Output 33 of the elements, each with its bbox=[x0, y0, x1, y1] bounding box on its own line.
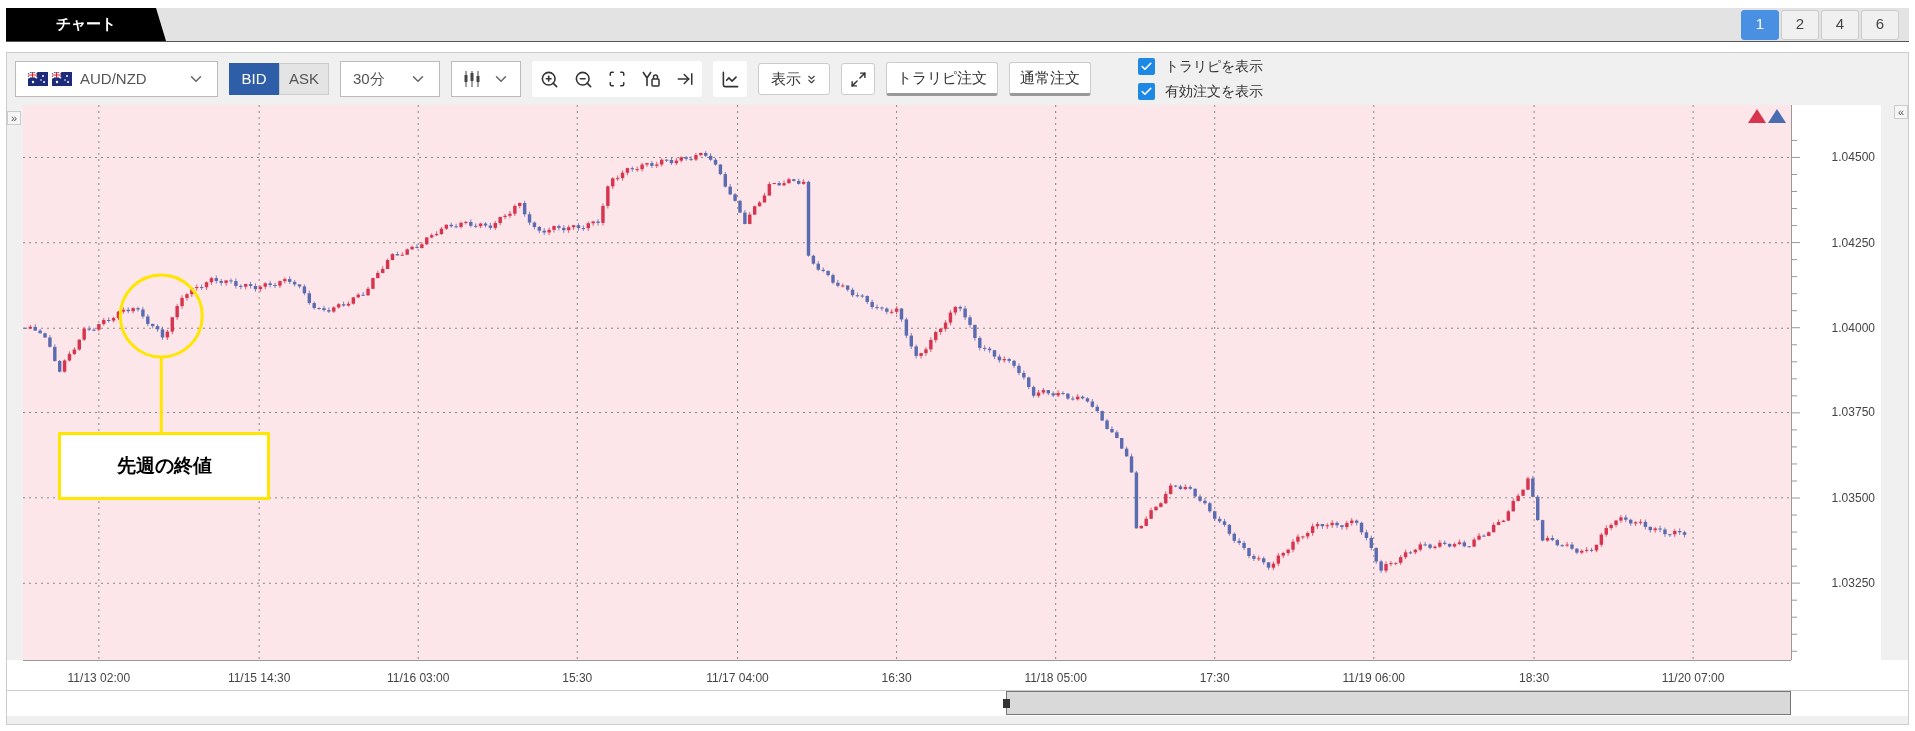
view-button[interactable]: 表示 bbox=[758, 63, 830, 95]
x-axis-label: 17:30 bbox=[1199, 670, 1230, 687]
layout-button[interactable]: 6 bbox=[1861, 9, 1899, 40]
x-axis-label: 11/13 02:00 bbox=[67, 670, 131, 687]
y-axis-label: 1.03500 bbox=[1831, 489, 1875, 507]
x-axis-label: 11/19 06:00 bbox=[1342, 670, 1405, 687]
y-axis-label: 1.03250 bbox=[1831, 575, 1875, 593]
x-axis-label: 11/16 03:00 bbox=[386, 670, 450, 687]
price-type-toggle[interactable]: ASK bbox=[279, 63, 329, 95]
x-axis-label: 11/20 07:00 bbox=[1661, 670, 1725, 687]
annotation-label: 先週の終値 bbox=[58, 432, 270, 500]
checkbox-label: トラリピを表示 bbox=[1165, 57, 1263, 76]
x-axis-label: 15:30 bbox=[562, 670, 593, 687]
y-axis-label: 1.04250 bbox=[1831, 234, 1875, 252]
expand-right-button[interactable]: « bbox=[1894, 105, 1908, 119]
pair-select[interactable]: AUD/NZD bbox=[15, 61, 218, 97]
y-axis-label: 1.04500 bbox=[1831, 149, 1875, 167]
y-axis-label: 1.03750 bbox=[1831, 404, 1875, 422]
order-button[interactable]: トラリピ注文 bbox=[886, 62, 998, 96]
x-axis-label: 18:30 bbox=[1519, 670, 1550, 687]
order-button[interactable]: 通常注文 bbox=[1009, 62, 1091, 96]
layout-button[interactable]: 4 bbox=[1821, 9, 1859, 40]
timeframe-select[interactable]: 30分 bbox=[340, 61, 440, 97]
x-axis-label: 11/18 05:00 bbox=[1024, 670, 1087, 687]
layout-button[interactable]: 2 bbox=[1781, 9, 1819, 40]
expand-left-button[interactable]: » bbox=[7, 111, 21, 125]
x-axis-label: 11/15 14:30 bbox=[227, 670, 291, 687]
y-axis-label: 1.04000 bbox=[1831, 320, 1875, 338]
x-axis-label: 11/17 04:00 bbox=[706, 670, 769, 687]
chart-tab[interactable]: チャート bbox=[6, 8, 166, 41]
x-axis-label: 16:30 bbox=[881, 670, 912, 687]
checkbox-label: 有効注文を表示 bbox=[1165, 82, 1263, 101]
price-type-toggle[interactable]: BID bbox=[229, 63, 279, 95]
